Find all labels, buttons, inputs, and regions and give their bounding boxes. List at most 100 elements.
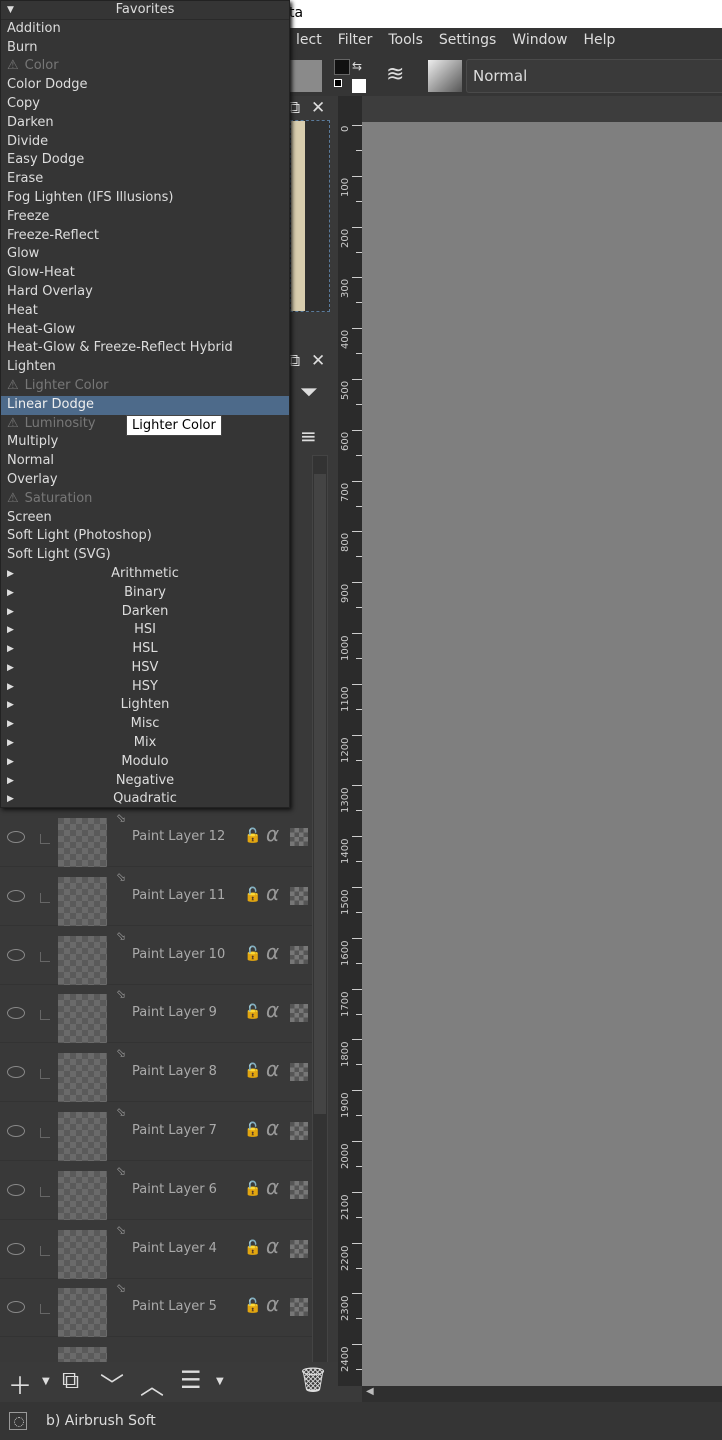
blend-mode-group[interactable]: ▶ Quadratic — [1, 790, 289, 809]
alpha-lock-icon[interactable]: α — [266, 1057, 279, 1081]
blend-mode-item[interactable]: Erase — [1, 170, 289, 189]
blend-mode-item[interactable]: Burn — [1, 39, 289, 58]
blend-mode-item[interactable]: ⚠ Saturation — [1, 490, 289, 509]
blend-mode-group[interactable]: ▶ Negative — [1, 772, 289, 791]
inherit-alpha-icon[interactable] — [290, 1239, 308, 1258]
layer-row[interactable]: ⬂ Paint Layer 12 🔓 α — [0, 808, 312, 867]
blend-mode-group[interactable]: ▶ Arithmetic — [1, 565, 289, 584]
blend-mode-item[interactable]: Normal — [1, 452, 289, 471]
inherit-alpha-icon[interactable] — [290, 1004, 308, 1023]
visibility-icon[interactable] — [7, 1066, 25, 1079]
alpha-lock-icon[interactable]: α — [266, 940, 279, 964]
blend-mode-group[interactable]: ▶ HSY — [1, 678, 289, 697]
close-layers-icon[interactable]: ✕ — [311, 351, 325, 371]
blend-mode-item[interactable]: Glow — [1, 245, 289, 264]
layer-row[interactable]: ⬂ Paint Layer 5 🔓 α — [0, 1278, 312, 1338]
blend-mode-group[interactable]: ▶ HSI — [1, 621, 289, 640]
inherit-alpha-icon[interactable] — [290, 828, 308, 846]
blend-mode-group[interactable]: ▶ Misc — [1, 715, 289, 734]
filter-icon[interactable]: ⏷ — [300, 380, 318, 405]
inherit-alpha-icon[interactable] — [290, 1063, 308, 1082]
move-down-icon[interactable]: ﹀ — [100, 1366, 124, 1401]
background-color[interactable] — [352, 79, 366, 93]
blend-mode-item[interactable]: Heat — [1, 302, 289, 321]
blend-mode-item[interactable]: Addition — [1, 20, 289, 39]
canvas-hscrollbar[interactable]: ◀ — [362, 1386, 722, 1402]
close-docker-icon[interactable]: ✕ — [311, 98, 325, 118]
alpha-lock-icon[interactable]: α — [266, 1116, 279, 1140]
swap-colors-icon[interactable]: ⇆ — [352, 59, 362, 73]
blend-mode-item[interactable]: Linear Dodge — [1, 395, 289, 415]
inherit-alpha-icon[interactable] — [290, 1298, 308, 1317]
unlock-icon[interactable]: 🔓 — [244, 1181, 261, 1197]
unlock-icon[interactable]: 🔓 — [244, 1004, 261, 1020]
blend-mode-item[interactable]: Freeze — [1, 208, 289, 227]
blend-mode-group[interactable]: ▶ Mix — [1, 734, 289, 753]
blend-mode-item[interactable]: Screen — [1, 509, 289, 528]
unlock-icon[interactable]: 🔓 — [244, 1122, 261, 1138]
blend-mode-item[interactable]: Overlay — [1, 471, 289, 490]
layer-row[interactable]: ⬂ Paint Layer 4 🔓 α — [0, 1220, 312, 1279]
menu-filter[interactable]: Filter — [330, 28, 381, 56]
layers-scrollbar[interactable] — [312, 455, 328, 1363]
blend-mode-group[interactable]: ▶ Modulo — [1, 753, 289, 772]
layer-menu-icon[interactable]: ≡ — [300, 424, 317, 448]
menu-select[interactable]: lect — [288, 28, 330, 56]
inherit-alpha-icon[interactable] — [290, 886, 308, 905]
unlock-icon[interactable]: 🔓 — [244, 1298, 261, 1314]
unlock-icon[interactable]: 🔓 — [244, 1063, 261, 1079]
overview-thumbnail[interactable] — [290, 120, 330, 312]
layer-row[interactable]: ⬂ Paint Layer 6 🔓 α — [0, 1161, 312, 1220]
blend-mode-item[interactable]: Fog Lighten (IFS Illusions) — [1, 189, 289, 208]
inherit-alpha-icon[interactable] — [290, 1180, 308, 1199]
visibility-icon[interactable] — [7, 831, 25, 843]
unlock-icon[interactable]: 🔓 — [244, 828, 261, 844]
visibility-icon[interactable] — [7, 1007, 25, 1020]
blend-mode-item[interactable]: Easy Dodge — [1, 151, 289, 170]
blend-mode-item[interactable]: Heat-Glow & Freeze-Reflect Hybrid — [1, 339, 289, 358]
blend-mode-item[interactable]: Color Dodge — [1, 76, 289, 95]
unlock-icon[interactable]: 🔓 — [244, 1240, 261, 1256]
inherit-alpha-icon[interactable] — [290, 945, 308, 964]
alpha-lock-icon[interactable]: α — [266, 881, 279, 905]
alpha-lock-icon[interactable]: α — [266, 1175, 279, 1199]
menu-window[interactable]: Window — [504, 28, 575, 56]
alpha-lock-icon[interactable]: α — [266, 998, 279, 1022]
foreground-color[interactable] — [334, 59, 350, 75]
canvas[interactable] — [362, 96, 722, 1386]
brush-preset-button[interactable] — [428, 60, 462, 92]
menu-help[interactable]: Help — [576, 28, 624, 56]
blend-mode-item[interactable]: Multiply — [1, 433, 289, 452]
blend-mode-item[interactable]: Soft Light (Photoshop) — [1, 527, 289, 546]
blend-mode-item[interactable]: Soft Light (SVG) — [1, 546, 289, 565]
move-up-icon[interactable]: ︿ — [140, 1366, 164, 1401]
scroll-left-icon[interactable]: ◀ — [366, 1386, 374, 1397]
duplicate-layer-icon[interactable]: ⧉ — [62, 1366, 79, 1394]
blend-mode-group[interactable]: ▶ Binary — [1, 584, 289, 603]
blend-mode-item[interactable]: ⚠ Color — [1, 57, 289, 76]
layer-row[interactable]: ⬂ Paint Layer 9 🔓 α — [0, 984, 312, 1044]
blend-mode-group[interactable]: ▶ HSV — [1, 659, 289, 678]
menu-tools[interactable]: Tools — [380, 28, 431, 56]
menu-settings[interactable]: Settings — [431, 28, 504, 56]
visibility-icon[interactable] — [7, 1242, 25, 1255]
blend-mode-item[interactable]: Darken — [1, 114, 289, 133]
alpha-lock-icon[interactable]: α — [266, 1292, 279, 1316]
inherit-alpha-icon[interactable] — [290, 1122, 308, 1140]
visibility-icon[interactable] — [7, 1183, 25, 1196]
layer-row[interactable]: ⬂ Paint Layer 8 🔓 α — [0, 1043, 312, 1103]
visibility-icon[interactable] — [7, 948, 25, 961]
blend-mode-item[interactable]: Lighten — [1, 358, 289, 377]
unlock-icon[interactable]: 🔓 — [244, 946, 261, 962]
properties-dropdown-icon[interactable]: ▼ — [216, 1376, 224, 1387]
visibility-icon[interactable] — [7, 1125, 25, 1137]
blend-mode-item[interactable]: Divide — [1, 133, 289, 152]
add-layer-dropdown-icon[interactable]: ▼ — [42, 1376, 50, 1387]
blend-mode-item[interactable]: ⚠ Lighter Color — [1, 377, 289, 396]
alpha-lock-icon[interactable]: α — [266, 1234, 279, 1258]
delete-layer-icon[interactable]: 🗑 — [298, 1366, 328, 1394]
brush-settings-icon[interactable]: ≋ — [386, 62, 404, 87]
blend-mode-item[interactable]: Hard Overlay — [1, 283, 289, 302]
blend-mode-group[interactable]: ▶ Lighten — [1, 696, 289, 715]
blend-mode-item[interactable]: Glow-Heat — [1, 264, 289, 283]
